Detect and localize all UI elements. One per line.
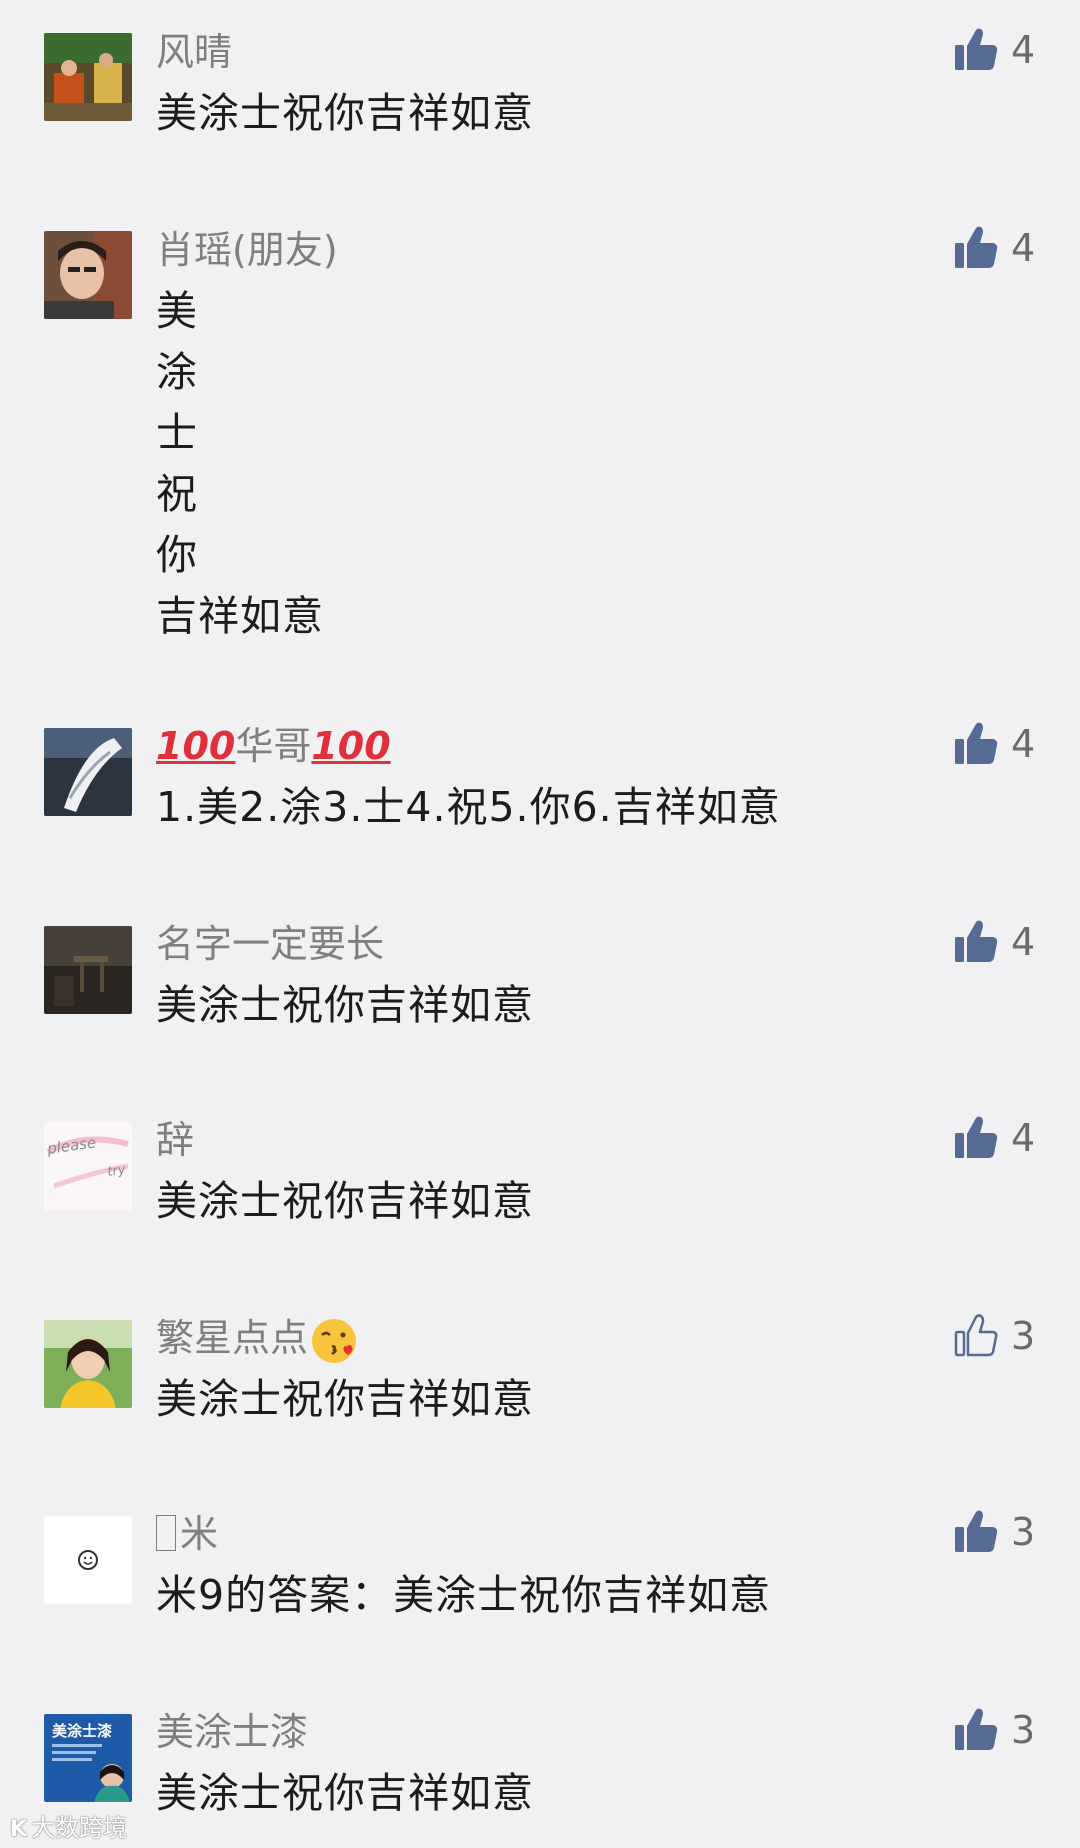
comment-line: 1.美2.涂3.士4.祝5.你6.吉祥如意 xyxy=(156,783,781,831)
like-count: 4 xyxy=(1011,920,1036,964)
like-count: 4 xyxy=(1011,226,1036,270)
comment-line: 吉祥如意 xyxy=(156,592,324,640)
like-count: 3 xyxy=(1011,1314,1036,1358)
missing-glyph-icon xyxy=(156,1515,176,1551)
thumbs-up-icon xyxy=(955,920,998,962)
avatar[interactable] xyxy=(44,33,132,121)
comment-author[interactable]: 名字一定要长 xyxy=(156,920,384,968)
avatar-text: 美涂士漆 xyxy=(52,1722,112,1740)
comment-author[interactable]: 繁星点点 xyxy=(156,1314,358,1365)
comment-author-text: 繁星点点 xyxy=(156,1316,309,1360)
avatar[interactable] xyxy=(44,1320,132,1408)
comment-text: 美 涂 士 祝 你 吉祥如意 xyxy=(156,281,324,647)
like-count: 3 xyxy=(1011,1708,1036,1752)
comment-line: 美涂士祝你吉祥如意 xyxy=(156,1769,534,1817)
thumbs-up-icon xyxy=(955,226,998,268)
comment-author[interactable]: 辞 xyxy=(156,1116,194,1164)
like-count: 4 xyxy=(1011,28,1036,72)
comment-author[interactable]: 肖瑶(朋友) xyxy=(156,226,338,274)
comment-line: 祝 xyxy=(156,470,198,518)
watermark-logo: K xyxy=(10,1817,28,1842)
hundred-points-icon: 100 xyxy=(156,724,236,768)
comment-text: 美涂士祝你吉祥如意 xyxy=(156,1763,534,1824)
thumbs-up-icon xyxy=(955,722,998,764)
comment-author[interactable]: 美涂士漆 xyxy=(156,1708,308,1756)
avatar[interactable] xyxy=(44,231,132,319)
comment-line: 美涂士祝你吉祥如意 xyxy=(156,1375,534,1423)
thumbs-up-icon xyxy=(955,1510,998,1552)
avatar-text: try xyxy=(106,1163,126,1180)
avatar[interactable]: please try xyxy=(44,1122,132,1210)
comment-text: 米9的答案：美涂士祝你吉祥如意 xyxy=(156,1565,771,1626)
thumbs-up-icon xyxy=(955,1708,998,1750)
comment-author[interactable]: 米 xyxy=(156,1510,218,1558)
comment-line: 美涂士祝你吉祥如意 xyxy=(156,89,534,137)
watermark: K 大数跨境 xyxy=(10,1808,127,1842)
like-count: 4 xyxy=(1011,1116,1036,1160)
comment-text: 1.美2.涂3.士4.祝5.你6.吉祥如意 xyxy=(156,777,781,838)
like-count: 3 xyxy=(1011,1510,1036,1554)
comment-author-text: 米 xyxy=(180,1512,219,1556)
comment-author[interactable]: 100华哥100 xyxy=(156,722,391,770)
like-count: 4 xyxy=(1011,722,1036,766)
hundred-points-icon: 100 xyxy=(311,724,391,768)
comment-author[interactable]: 风晴 xyxy=(156,28,232,76)
comment-text: 美涂士祝你吉祥如意 xyxy=(156,83,534,144)
avatar[interactable] xyxy=(44,1516,132,1604)
avatar[interactable] xyxy=(44,728,132,816)
kissing-face-icon xyxy=(312,1318,357,1363)
comment-text: 美涂士祝你吉祥如意 xyxy=(156,975,534,1036)
comment-list: 风晴 美涂士祝你吉祥如意 4 肖瑶(朋友) 美 涂 士 祝 你 吉祥如意 4 1… xyxy=(0,0,1080,1848)
comment-text: 美涂士祝你吉祥如意 xyxy=(156,1171,534,1232)
watermark-text: 大数跨境 xyxy=(31,1814,128,1842)
avatar[interactable]: 美涂士漆 xyxy=(44,1714,132,1802)
avatar[interactable] xyxy=(44,926,132,1014)
comment-line: 米9的答案：美涂士祝你吉祥如意 xyxy=(156,1571,772,1619)
comment-text: 美涂士祝你吉祥如意 xyxy=(156,1369,534,1430)
thumbs-up-icon xyxy=(955,28,998,70)
thumbs-up-icon xyxy=(955,1116,998,1158)
comment-line: 美 xyxy=(156,287,198,335)
comment-line: 涂 xyxy=(156,348,198,396)
thumbs-up-outline-icon xyxy=(954,1314,998,1357)
comment-line: 士 xyxy=(156,409,198,457)
comment-author-text: 华哥 xyxy=(235,724,312,768)
comment-line: 你 xyxy=(156,531,198,579)
comment-line: 美涂士祝你吉祥如意 xyxy=(156,981,534,1029)
comment-line: 美涂士祝你吉祥如意 xyxy=(156,1177,534,1225)
